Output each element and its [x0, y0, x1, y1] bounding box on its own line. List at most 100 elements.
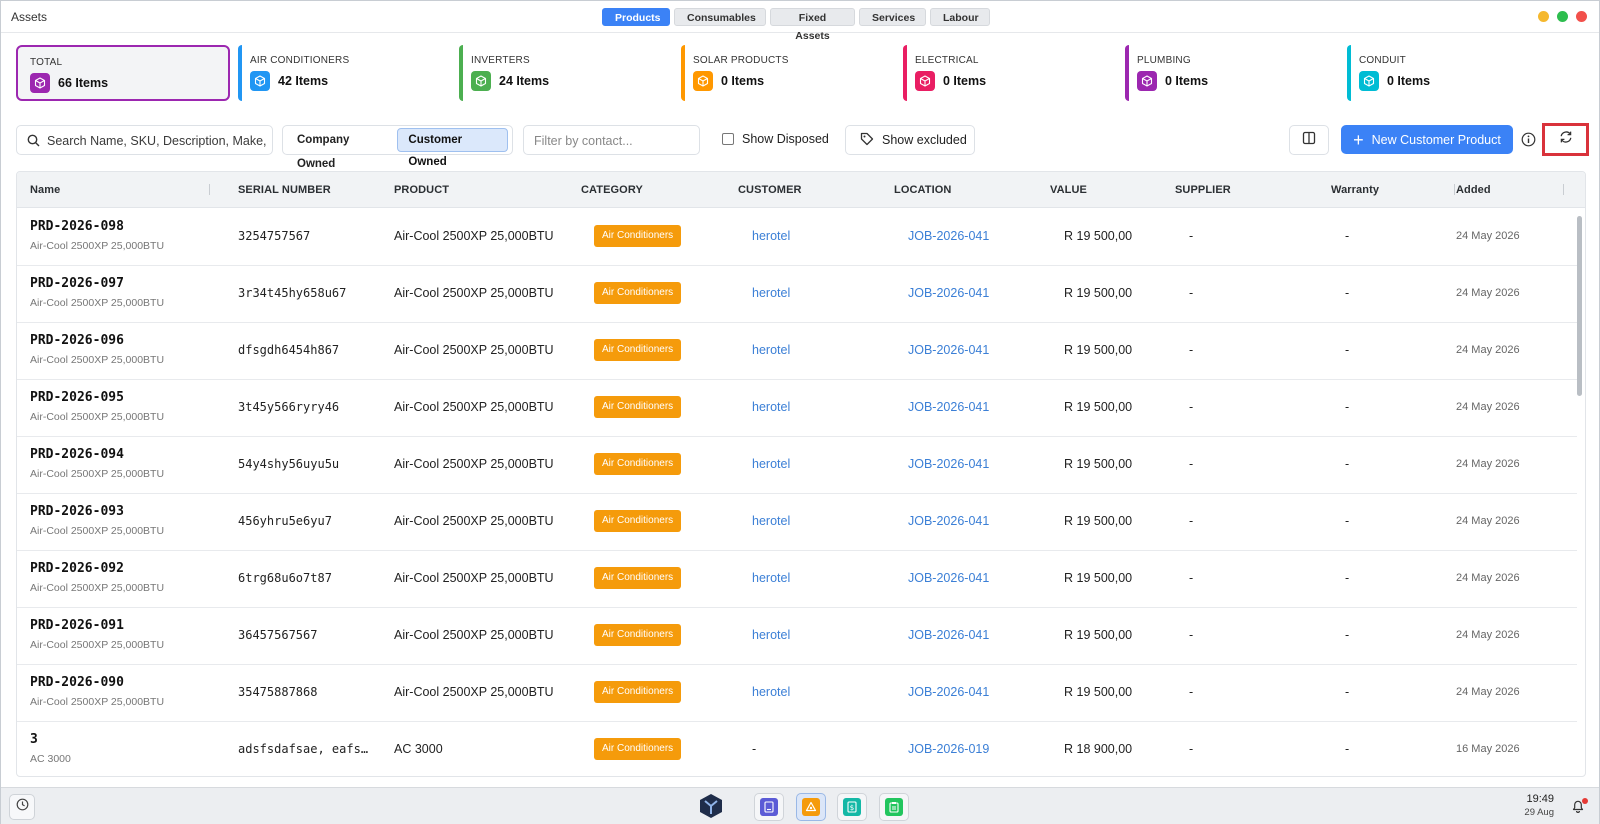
table-scrollbar[interactable] [1577, 216, 1582, 396]
location-link[interactable]: JOB-2026-041 [908, 286, 989, 300]
table-row[interactable]: PRD-2026-096 Air-Cool 2500XP 25,000BTU dfs… [17, 322, 1577, 380]
new-customer-product-button[interactable]: + New Customer Product [1341, 125, 1513, 154]
column-divider[interactable] [1454, 184, 1455, 195]
contact-filter-input[interactable] [534, 132, 694, 150]
column-header-serial[interactable]: SERIAL NUMBER [238, 184, 331, 196]
customer-link[interactable]: herotel [752, 628, 790, 642]
brand-logo-icon[interactable] [697, 792, 725, 820]
asset-name[interactable]: PRD-2026-098 [30, 219, 124, 234]
table-row[interactable]: PRD-2026-095 Air-Cool 2500XP 25,000BTU 3t4… [17, 379, 1577, 437]
column-header-location[interactable]: LOCATION [894, 184, 951, 196]
tab-fixed-assets[interactable]: Fixed Assets [770, 8, 855, 42]
tab-consumables[interactable]: Consumables [674, 8, 766, 26]
table-row[interactable]: PRD-2026-090 Air-Cool 2500XP 25,000BTU 354… [17, 664, 1577, 722]
tab-labour[interactable]: Labour [930, 8, 990, 26]
table-row[interactable]: PRD-2026-098 Air-Cool 2500XP 25,000BTU 325… [17, 208, 1577, 266]
minimize-button[interactable] [1538, 11, 1549, 22]
show-disposed-toggle[interactable]: Show Disposed [722, 132, 829, 146]
customer-link[interactable]: herotel [752, 229, 790, 243]
asset-name[interactable]: PRD-2026-095 [30, 390, 124, 405]
taskbar-app-button[interactable] [879, 793, 909, 821]
asset-name[interactable]: PRD-2026-096 [30, 333, 124, 348]
asset-name[interactable]: PRD-2026-097 [30, 276, 124, 291]
tab-products[interactable]: Products [602, 8, 670, 26]
show-excluded-button[interactable]: Show excluded [845, 125, 975, 155]
column-header-product[interactable]: PRODUCT [394, 184, 449, 196]
category-label: AIR CONDITIONERS [250, 55, 350, 66]
maximize-button[interactable] [1557, 11, 1568, 22]
column-header-warranty[interactable]: Warranty [1331, 184, 1379, 196]
column-header-category[interactable]: CATEGORY [581, 184, 643, 196]
box-icon [471, 71, 491, 91]
customer-link[interactable]: herotel [752, 457, 790, 471]
category-card-electrical[interactable]: ELECTRICAL 0 Items [903, 45, 1115, 101]
location-link[interactable]: JOB-2026-041 [908, 685, 989, 699]
customer-link[interactable]: herotel [752, 343, 790, 357]
table-row[interactable]: PRD-2026-091 Air-Cool 2500XP 25,000BTU 364… [17, 607, 1577, 665]
customer-link[interactable]: herotel [752, 685, 790, 699]
table-row[interactable]: PRD-2026-097 Air-Cool 2500XP 25,000BTU 3r3… [17, 265, 1577, 323]
columns-button[interactable] [1289, 125, 1329, 155]
category-label: ELECTRICAL [915, 55, 979, 66]
asset-name[interactable]: PRD-2026-094 [30, 447, 124, 462]
location-link[interactable]: JOB-2026-041 [908, 628, 989, 642]
history-button[interactable] [9, 794, 35, 820]
column-header-name[interactable]: Name [30, 184, 60, 196]
contact-filter[interactable] [523, 125, 700, 155]
info-icon[interactable] [1521, 132, 1536, 147]
asset-name[interactable]: PRD-2026-093 [30, 504, 124, 519]
asset-name[interactable]: PRD-2026-092 [30, 561, 124, 576]
asset-name[interactable]: PRD-2026-090 [30, 675, 124, 690]
table-row[interactable]: 3 AC 3000 adsfsdafsae, eafs… AC 3000 Air Con… [17, 721, 1577, 776]
refresh-button[interactable] [1542, 123, 1589, 156]
category-count: 24 Items [499, 74, 550, 88]
asset-name[interactable]: PRD-2026-091 [30, 618, 124, 633]
customer-link[interactable]: herotel [752, 286, 790, 300]
column-divider[interactable] [1563, 184, 1564, 195]
category-card-air-conditioners[interactable]: AIR CONDITIONERS 42 Items [238, 45, 450, 101]
location-link[interactable]: JOB-2026-041 [908, 514, 989, 528]
show-disposed-checkbox[interactable] [722, 133, 734, 145]
location-link[interactable]: JOB-2026-041 [908, 571, 989, 585]
location-link[interactable]: JOB-2026-041 [908, 400, 989, 414]
company-owned-button[interactable]: Company Owned [287, 128, 394, 170]
close-button[interactable] [1576, 11, 1587, 22]
added-date: 24 May 2026 [1456, 401, 1520, 413]
notifications-bell-icon[interactable] [1570, 798, 1588, 816]
search-input[interactable] [47, 132, 267, 150]
location-link[interactable]: JOB-2026-019 [908, 742, 989, 756]
customer-link[interactable]: herotel [752, 571, 790, 585]
category-card-solar-products[interactable]: SOLAR PRODUCTS 0 Items [681, 45, 893, 101]
column-header-supplier[interactable]: SUPPLIER [1175, 184, 1231, 196]
category-card-plumbing[interactable]: PLUMBING 0 Items [1125, 45, 1337, 101]
search-box[interactable] [16, 125, 273, 155]
show-disposed-label: Show Disposed [742, 132, 829, 146]
location-link[interactable]: JOB-2026-041 [908, 229, 989, 243]
taskbar-app-button[interactable] [796, 793, 826, 821]
taskbar-app-button[interactable] [754, 793, 784, 821]
clipboard-app-icon [885, 798, 903, 816]
customer-link[interactable]: herotel [752, 400, 790, 414]
location-link[interactable]: JOB-2026-041 [908, 457, 989, 471]
supplier: - [1189, 685, 1194, 699]
asset-name[interactable]: 3 [30, 732, 38, 747]
table-row[interactable]: PRD-2026-094 Air-Cool 2500XP 25,000BTU 54y… [17, 436, 1577, 494]
serial-number: 54y4shy56uyu5u [238, 457, 340, 471]
taskbar-app-button[interactable]: $ [837, 793, 867, 821]
table-row[interactable]: PRD-2026-092 Air-Cool 2500XP 25,000BTU 6tr… [17, 550, 1577, 608]
category-card-conduit[interactable]: CONDUIT 0 Items [1347, 45, 1559, 101]
category-card-inverters[interactable]: INVERTERS 24 Items [459, 45, 671, 101]
table-row[interactable]: PRD-2026-093 Air-Cool 2500XP 25,000BTU 456… [17, 493, 1577, 551]
category-card-total[interactable]: TOTAL 66 Items [16, 45, 230, 101]
location-link[interactable]: JOB-2026-041 [908, 343, 989, 357]
tab-services[interactable]: Services [859, 8, 926, 26]
column-divider[interactable] [209, 184, 210, 195]
added-date: 24 May 2026 [1456, 458, 1520, 470]
asset-subtitle: Air-Cool 2500XP 25,000BTU [30, 639, 165, 651]
customer-owned-button[interactable]: Customer Owned [397, 128, 508, 168]
column-header-customer[interactable]: CUSTOMER [738, 184, 802, 196]
customer-link[interactable]: herotel [752, 514, 790, 528]
column-header-value[interactable]: VALUE [1050, 184, 1087, 196]
warranty: - [1345, 742, 1350, 756]
column-header-added[interactable]: Added [1456, 184, 1491, 196]
